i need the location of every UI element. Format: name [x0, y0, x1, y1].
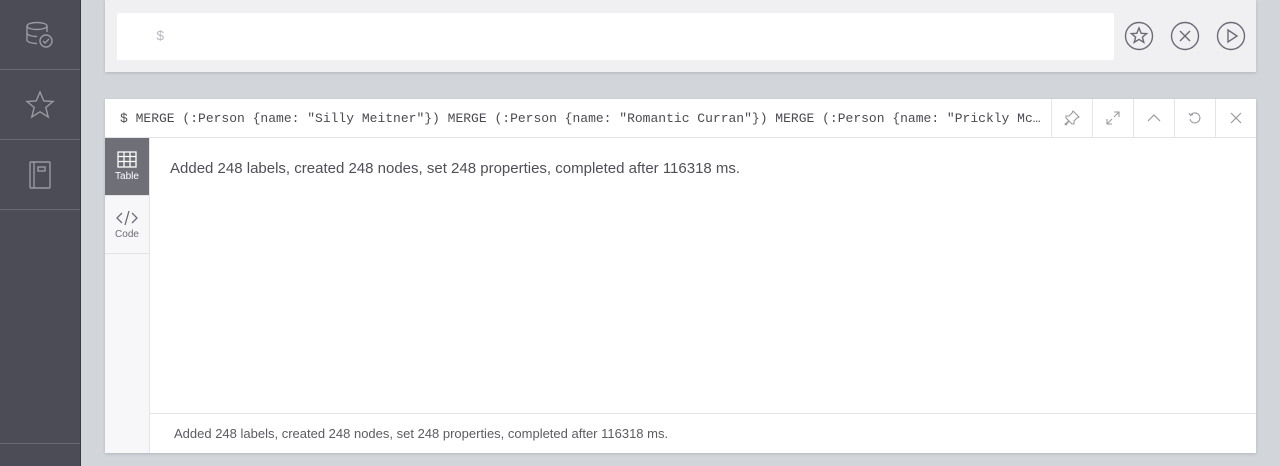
expand-button[interactable] — [1092, 98, 1133, 138]
star-icon — [25, 89, 55, 119]
close-button[interactable] — [1215, 98, 1256, 138]
status-message: Added 248 labels, created 248 nodes, set… — [174, 426, 669, 441]
sidebar-divider — [0, 443, 80, 444]
pin-icon — [1064, 110, 1080, 126]
tab-code[interactable]: Code — [105, 196, 149, 254]
favorite-star-icon — [1124, 21, 1154, 51]
run-button[interactable] — [1216, 21, 1246, 51]
editor-prompt: $ — [156, 28, 165, 45]
pin-button[interactable] — [1051, 98, 1092, 138]
rerun-button[interactable] — [1174, 98, 1215, 138]
sidebar-item-documents[interactable] — [0, 140, 80, 210]
table-icon — [117, 151, 137, 168]
sidebar — [0, 0, 81, 466]
result-message: Added 248 labels, created 248 nodes, set… — [170, 160, 741, 177]
close-icon — [1230, 112, 1242, 124]
result-frame: $ MERGE (:Person {name: "Silly Meitner"}… — [105, 98, 1256, 453]
tab-code-label: Code — [115, 228, 139, 240]
database-icon — [26, 21, 53, 48]
frame-result-body: Added 248 labels, created 248 nodes, set… — [150, 138, 1256, 414]
code-icon — [116, 210, 138, 225]
sidebar-item-database[interactable] — [0, 0, 80, 70]
collapse-icon — [1147, 114, 1161, 122]
cypher-editor-input[interactable]: $ — [117, 13, 1114, 60]
frame-query-text[interactable]: $ MERGE (:Person {name: "Silly Meitner"}… — [105, 111, 1051, 126]
frame-status-bar: Added 248 labels, created 248 nodes, set… — [150, 413, 1256, 453]
run-play-icon — [1216, 21, 1246, 51]
tab-table[interactable]: Table — [105, 138, 149, 196]
frame-controls — [1051, 98, 1256, 138]
tab-table-label: Table — [115, 171, 139, 182]
sidebar-item-favorites[interactable] — [0, 70, 80, 140]
collapse-button[interactable] — [1133, 98, 1174, 138]
frame-view-tabs: Table Code — [105, 138, 150, 453]
editor-bar: $ — [105, 0, 1256, 72]
book-icon — [29, 160, 51, 189]
clear-button[interactable] — [1170, 21, 1200, 51]
frame-header: $ MERGE (:Person {name: "Silly Meitner"}… — [105, 98, 1256, 138]
expand-icon — [1106, 111, 1120, 125]
rerun-icon — [1188, 112, 1201, 124]
editor-actions — [1124, 21, 1246, 51]
clear-x-icon — [1170, 21, 1200, 51]
favorite-button[interactable] — [1124, 21, 1154, 51]
